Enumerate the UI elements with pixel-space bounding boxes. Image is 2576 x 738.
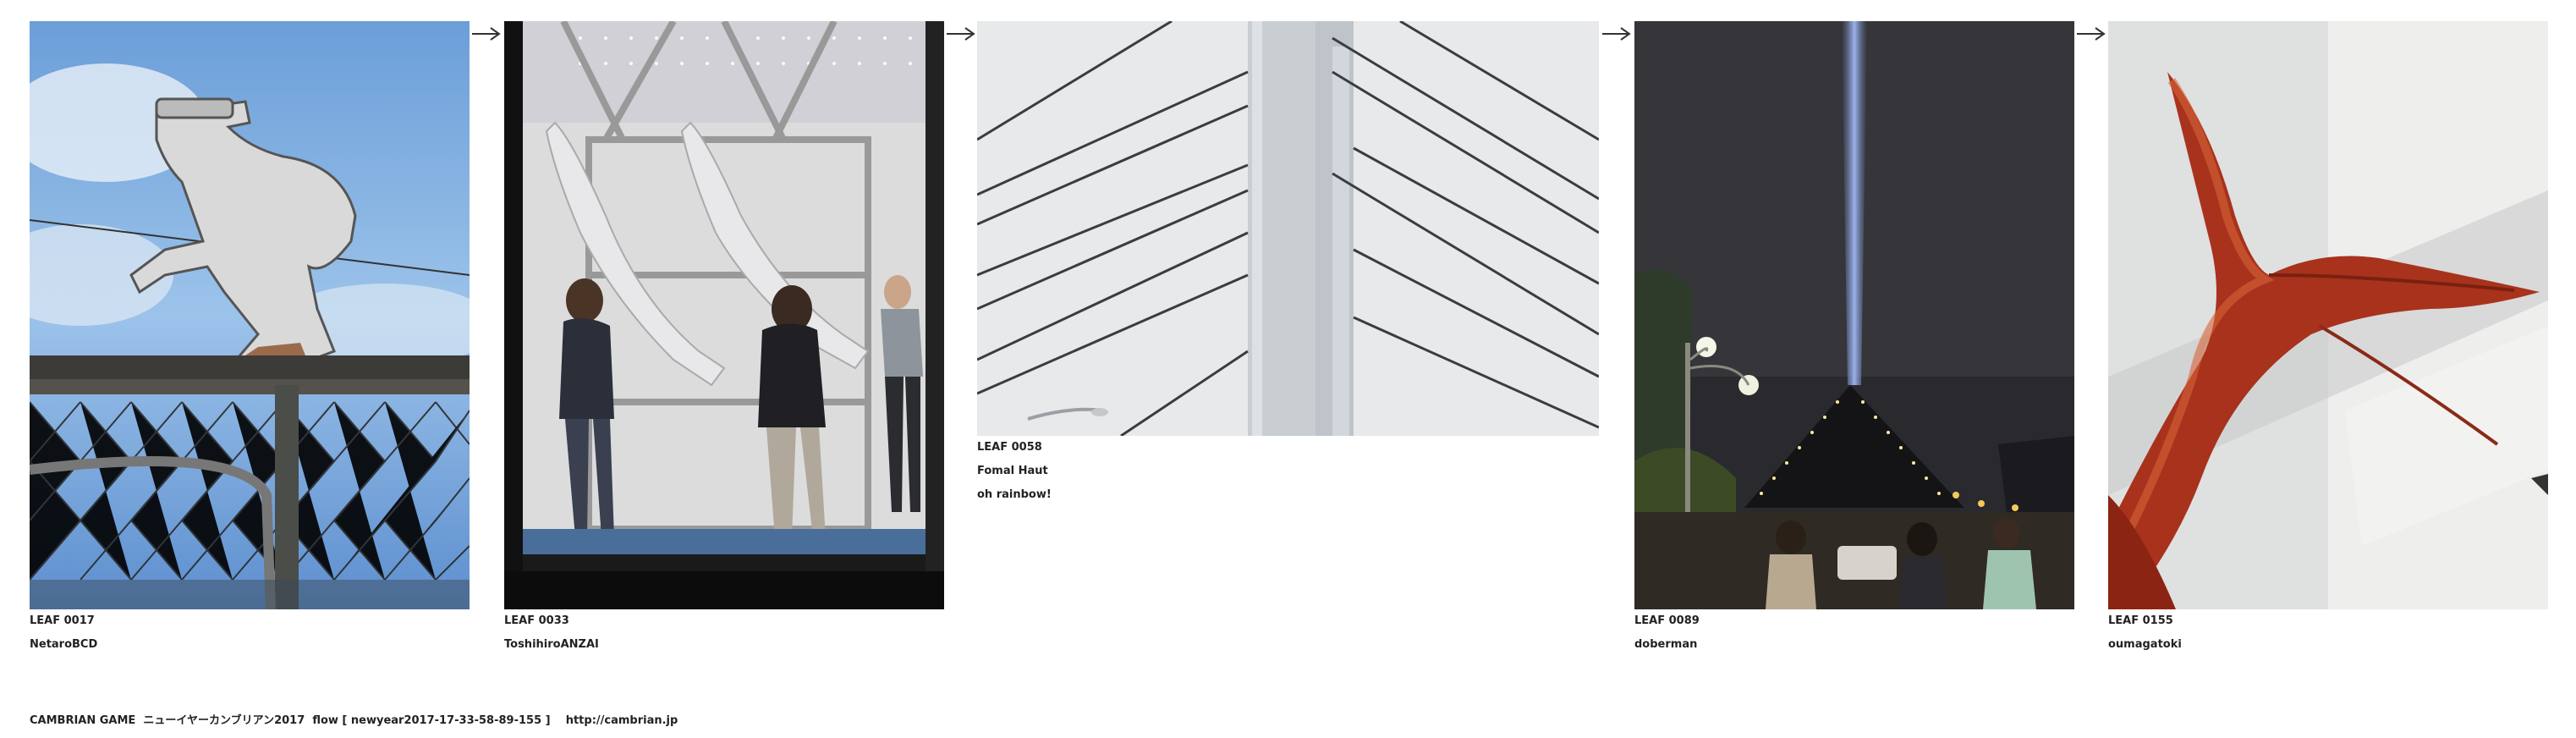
arrow-right-icon [2077,27,2106,41]
footer-site-link[interactable]: http://cambrian.jp [566,714,678,727]
leaf-card-0033: LEAF 0033 ToshihiroANZAI [504,21,944,657]
leaf-card-0058: LEAF 0058 Fomal Haut oh rainbow! [977,21,1599,507]
footer-flow: flow [ newyear2017-17-33-58-89-155 ] [312,714,551,727]
footer: CAMBRIAN GAME ニューイヤーカンブリアン2017 flow [ ne… [30,711,678,727]
leaf-id: LEAF 0033 [504,614,569,627]
arrow-right-icon [472,27,501,41]
leaf-id: LEAF 0155 [2108,614,2173,627]
leaf-author[interactable]: NetaroBCD [30,633,470,657]
leaf-caption-0058: LEAF 0058 Fomal Haut oh rainbow! [977,436,1599,507]
leaf-caption-0089: LEAF 0089 doberman [1634,609,2074,657]
leaf-photo-0058[interactable] [977,21,1599,436]
leaf-id: LEAF 0058 [977,441,1042,454]
leaf-photo-0033[interactable] [504,21,944,609]
pyramid-night-photo [1634,21,2074,609]
leaf-card-0089: LEAF 0089 doberman [1634,21,2074,657]
leaf-caption-0017: LEAF 0017 NetaroBCD [30,609,470,657]
leaf-caption-0033: LEAF 0033 ToshihiroANZAI [504,609,944,657]
leaf-author[interactable]: doberman [1634,633,2074,657]
leaf-id: LEAF 0017 [30,614,95,627]
bridge-tower-photo [977,21,1599,436]
leaf-author[interactable]: Fomal Haut [977,460,1599,483]
shop-window-photo [504,21,944,609]
fish-tail-photo [2108,21,2548,609]
leaf-photo-0089[interactable] [1634,21,2074,609]
leaf-author[interactable]: oumagatoki [2108,633,2548,657]
leaf-photo-0155[interactable] [2108,21,2548,609]
cutout-figure-photo [30,21,470,609]
leaf-card-0017: LEAF 0017 NetaroBCD [30,21,470,657]
footer-game-name: CAMBRIAN GAME [30,714,136,727]
leaf-author[interactable]: ToshihiroANZAI [504,633,944,657]
leaf-card-0155: LEAF 0155 oumagatoki [2108,21,2548,657]
leaf-id: LEAF 0089 [1634,614,1700,627]
leaf-comment: oh rainbow! [977,488,1052,501]
arrow-right-icon [1602,27,1631,41]
footer-event-title: ニューイヤーカンブリアン2017 [143,714,305,727]
leaf-caption-0155: LEAF 0155 oumagatoki [2108,609,2548,657]
arrow-right-icon [947,27,975,41]
leaf-photo-0017[interactable] [30,21,470,609]
